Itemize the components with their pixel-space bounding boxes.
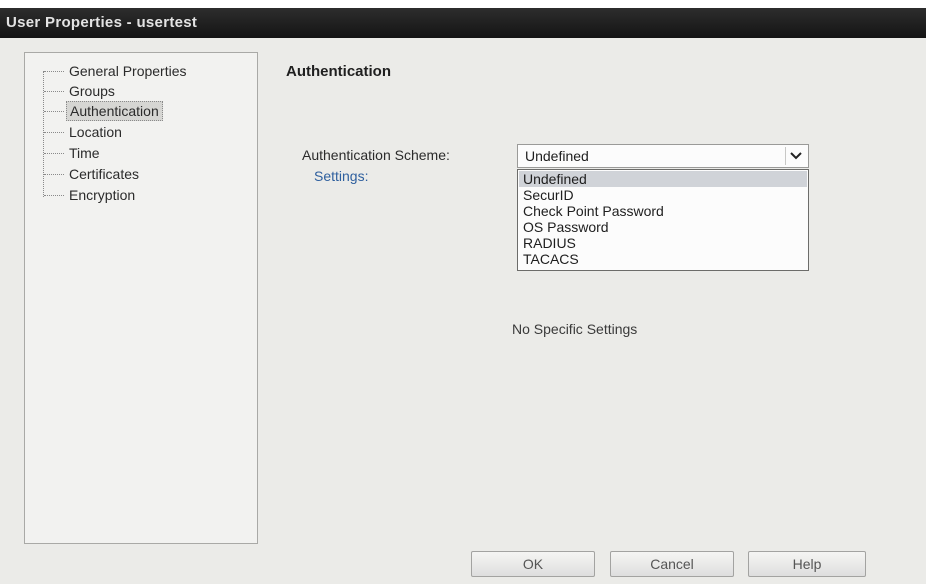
dropdown-option-tacacs[interactable]: TACACS	[519, 251, 807, 267]
dropdown-option-check-point-password[interactable]: Check Point Password	[519, 203, 807, 219]
tree-branch-line	[44, 195, 64, 196]
tree-branch-line	[44, 91, 64, 92]
tree-connector-line	[43, 71, 44, 197]
dropdown-option-securid[interactable]: SecurID	[519, 187, 807, 203]
chevron-down-icon	[790, 152, 802, 160]
ok-button[interactable]: OK	[471, 551, 595, 577]
window-title: User Properties - usertest	[6, 14, 198, 31]
top-strip	[0, 0, 926, 8]
dropdown-option-radius[interactable]: RADIUS	[519, 235, 807, 251]
tree-branch-line	[44, 132, 64, 133]
title-bar[interactable]: User Properties - usertest	[0, 8, 926, 38]
tree-branch-line	[44, 153, 64, 154]
cancel-button[interactable]: Cancel	[610, 551, 734, 577]
settings-link[interactable]: Settings:	[314, 168, 368, 184]
dropdown-option-os-password[interactable]: OS Password	[519, 219, 807, 235]
selected-scheme-value: Undefined	[525, 148, 589, 164]
help-button[interactable]: Help	[748, 551, 866, 577]
dropdown-option-undefined[interactable]: Undefined	[519, 171, 807, 187]
no-specific-settings-text: No Specific Settings	[512, 321, 638, 337]
section-title: Authentication	[286, 63, 391, 80]
authentication-scheme-select[interactable]: Undefined	[517, 144, 809, 168]
dropdown-button[interactable]	[785, 147, 806, 165]
tree-branch-line	[44, 111, 64, 112]
navigation-tree: General Properties Groups Authentication…	[24, 52, 258, 544]
tree-item-label: General Properties	[69, 63, 187, 79]
tree-branch-line	[44, 174, 64, 175]
authentication-scheme-label: Authentication Scheme:	[302, 147, 450, 163]
tree-branch-line	[44, 71, 64, 72]
tree-item-label: Certificates	[69, 166, 140, 182]
tree-item-label: Groups	[69, 83, 115, 99]
tree-item-label: Encryption	[69, 187, 136, 203]
tree-item-label: Location	[69, 124, 122, 140]
tree-item-label: Authentication	[66, 101, 163, 121]
tree-item-label: Time	[69, 145, 100, 161]
authentication-scheme-dropdown-list: Undefined SecurID Check Point Password O…	[517, 169, 809, 271]
